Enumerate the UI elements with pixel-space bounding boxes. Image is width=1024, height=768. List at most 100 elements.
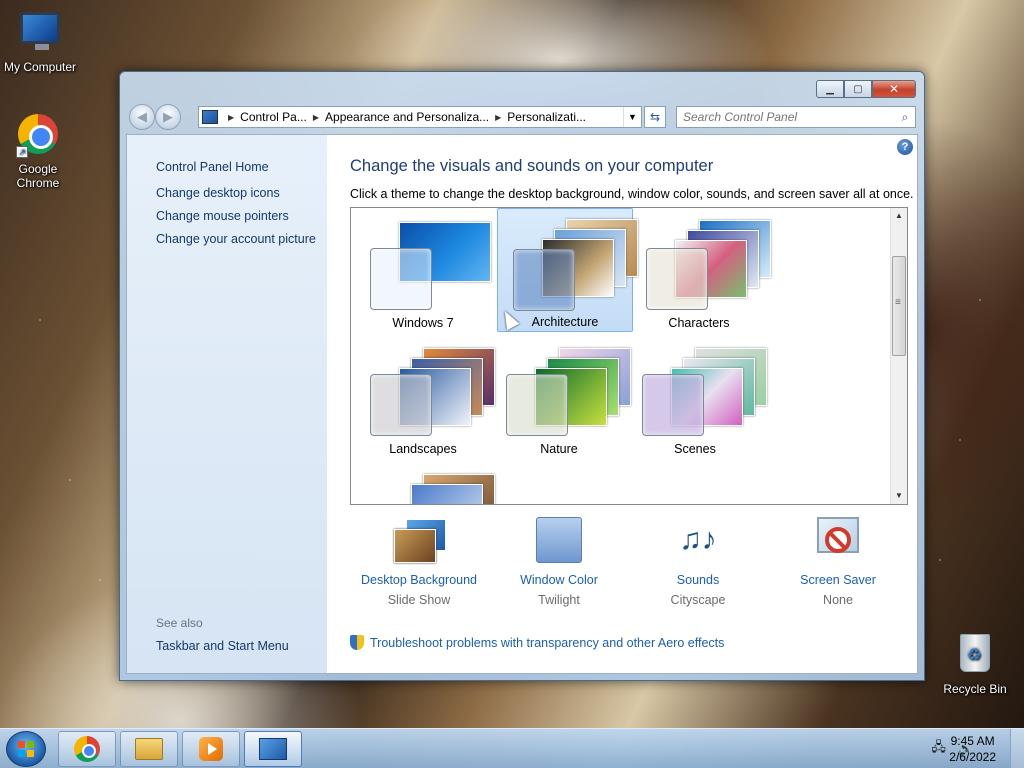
sounds-setting[interactable]: ♫♪ Sounds Cityscape [628, 515, 768, 607]
window-controls: ▁ ▢ ✕ [816, 80, 916, 98]
chevron-down-icon[interactable]: ▼ [623, 107, 641, 127]
chrome-icon [74, 736, 100, 762]
start-button[interactable] [6, 731, 46, 767]
taskbar-control-panel-button[interactable] [244, 731, 302, 767]
theme-preview-icon [646, 220, 771, 310]
window-color-setting[interactable]: Window Color Twilight [489, 515, 629, 607]
clock-time: 9:45 AM [950, 734, 995, 748]
desktop-background-icon [390, 515, 448, 567]
change-desktop-icons-link[interactable]: Change desktop icons [156, 186, 280, 200]
desktop-icon-label: My Computer [3, 60, 77, 74]
change-account-picture-link[interactable]: Change your account picture [156, 232, 316, 246]
theme-preview-icon [370, 346, 495, 436]
setting-value: None [823, 593, 853, 607]
breadcrumb-personalization[interactable]: Personalizati... [507, 110, 586, 124]
desktop-icon-my-computer[interactable]: My Computer [0, 8, 80, 74]
close-button[interactable]: ✕ [872, 80, 916, 98]
theme-preview-icon [370, 220, 491, 310]
control-panel-icon [202, 110, 218, 124]
desktop-icon-label: Recycle Bin [943, 682, 1007, 696]
navigation-bar: ◀ ▶ ▶ Control Pa... ▶ Appearance and Per… [128, 104, 916, 130]
back-button[interactable]: ◀ [129, 104, 155, 130]
control-panel-home-link[interactable]: Control Panel Home [156, 160, 269, 174]
desktop-icon-recycle-bin[interactable]: Recycle Bin [935, 630, 1015, 696]
breadcrumb-control-panel[interactable]: Control Pa... [240, 110, 307, 124]
taskbar-explorer-button[interactable] [120, 731, 178, 767]
theme-preview-icon [642, 346, 767, 436]
address-bar[interactable]: ▶ Control Pa... ▶ Appearance and Persona… [198, 106, 642, 128]
setting-value: Slide Show [387, 593, 451, 607]
setting-name[interactable]: Desktop Background [349, 573, 489, 587]
breadcrumb-arrow-icon: ▶ [228, 112, 235, 122]
show-desktop-button[interactable] [1010, 729, 1024, 768]
setting-name[interactable]: Sounds [628, 573, 768, 587]
theme-preview-icon [513, 217, 638, 311]
taskbar-start-menu-link[interactable]: Taskbar and Start Menu [156, 639, 289, 653]
theme-preview-icon [506, 346, 631, 436]
setting-value: Twilight [538, 593, 580, 607]
troubleshoot-label[interactable]: Troubleshoot problems with transparency … [370, 636, 724, 650]
screen-saver-icon [809, 515, 867, 567]
network-icon[interactable]: 🖧 [931, 738, 946, 760]
taskbar-media-player-button[interactable] [182, 731, 240, 767]
main-pane: ? Change the visuals and sounds on your … [327, 135, 917, 673]
theme-landscapes[interactable]: Landscapes [355, 338, 495, 462]
media-player-icon [199, 737, 223, 761]
theme-characters[interactable]: Characters [631, 212, 771, 336]
scroll-up-icon[interactable]: ▲ [891, 208, 907, 224]
theme-label: Windows 7 [392, 316, 454, 330]
theme-list-scrollbar[interactable]: ▲ ▼ [890, 208, 907, 504]
desktop-background-setting[interactable]: Desktop Background Slide Show [349, 515, 489, 607]
breadcrumb-arrow-icon[interactable]: ▶ [495, 113, 501, 122]
search-icon[interactable]: ⌕ [895, 110, 915, 125]
theme-preview-icon [373, 472, 495, 504]
setting-name[interactable]: Screen Saver [768, 573, 908, 587]
refresh-icon: ⇆ [649, 110, 661, 124]
change-mouse-pointers-link[interactable]: Change mouse pointers [156, 209, 289, 223]
clock[interactable]: 9:45 AM 2/6/2022 [949, 733, 996, 765]
control-panel-icon [259, 738, 287, 760]
recycle-bin-icon [953, 634, 997, 678]
scroll-down-icon[interactable]: ▼ [891, 488, 907, 504]
page-title: Change the visuals and sounds on your co… [350, 157, 714, 175]
theme-label: Landscapes [389, 442, 457, 456]
folder-icon [135, 738, 163, 760]
theme-nature[interactable]: Nature [491, 338, 631, 462]
content-area: Control Panel Home Change desktop icons … [126, 134, 918, 674]
help-icon[interactable]: ? [897, 139, 913, 155]
desktop-icon-label: Google Chrome [16, 162, 60, 190]
refresh-button[interactable]: ⇆ [644, 106, 666, 128]
theme-label: Scenes [674, 442, 716, 456]
breadcrumb-appearance[interactable]: Appearance and Personaliza... [325, 110, 489, 124]
theme-windows-7[interactable]: Windows 7 [355, 212, 491, 336]
theme-list: Windows 7 Architecture Characters Landsc… [350, 207, 908, 505]
theme-label: Nature [540, 442, 578, 456]
taskbar-chrome-button[interactable] [58, 731, 116, 767]
setting-name[interactable]: Window Color [489, 573, 629, 587]
page-description: Click a theme to change the desktop back… [350, 187, 914, 201]
see-also-label: See also [156, 616, 203, 630]
search-box[interactable]: ⌕ [676, 106, 916, 128]
search-input[interactable] [677, 110, 895, 124]
theme-architecture[interactable]: Architecture [497, 208, 638, 332]
desktop-icon-google-chrome[interactable]: ↗ Google Chrome [0, 112, 78, 190]
taskbar: 🖧 🔊 9:45 AM 2/6/2022 [0, 728, 1024, 768]
theme-partial[interactable] [355, 464, 495, 504]
setting-value: Cityscape [670, 593, 726, 607]
maximize-button[interactable]: ▢ [844, 80, 872, 98]
theme-label: Characters [668, 316, 730, 330]
computer-icon [18, 12, 62, 56]
clock-date: 2/6/2022 [949, 750, 996, 764]
scrollbar-thumb[interactable] [892, 256, 906, 356]
personalization-window: ▁ ▢ ✕ ◀ ▶ ▶ Control Pa... ▶ Appearance a… [119, 71, 925, 681]
theme-scenes[interactable]: Scenes [627, 338, 767, 462]
screen-saver-setting[interactable]: Screen Saver None [768, 515, 908, 607]
minimize-button[interactable]: ▁ [816, 80, 844, 98]
forward-button[interactable]: ▶ [155, 104, 181, 130]
shield-icon [350, 635, 364, 650]
breadcrumb-arrow-icon[interactable]: ▶ [313, 113, 319, 122]
theme-settings: Desktop Background Slide Show Window Col… [327, 515, 917, 625]
window-color-icon [530, 515, 588, 567]
troubleshoot-link[interactable]: Troubleshoot problems with transparency … [350, 635, 724, 650]
chrome-icon: ↗ [16, 114, 60, 158]
